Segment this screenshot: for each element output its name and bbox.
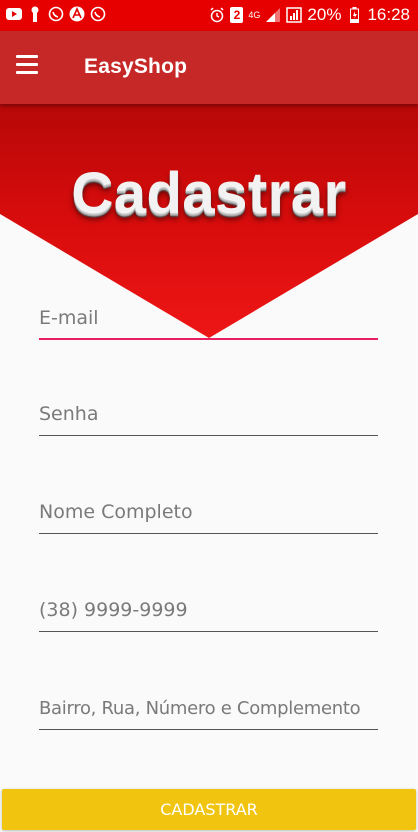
email-field[interactable]	[39, 300, 378, 340]
clock: 16:28	[367, 5, 410, 24]
register-button-label: CADASTRAR	[160, 800, 258, 819]
email-underline	[39, 338, 378, 340]
pdf-icon	[69, 6, 85, 22]
app-bar: EasyShop	[0, 31, 418, 104]
banner-title: Cadastrar	[71, 161, 347, 226]
alarm-icon	[209, 7, 225, 23]
sim-icon: 2	[230, 7, 244, 23]
whatsapp-icon	[90, 6, 106, 22]
phone-underline	[39, 631, 378, 632]
notification-icons	[6, 6, 106, 22]
full-name-field[interactable]	[39, 494, 378, 534]
register-button[interactable]: CADASTRAR	[2, 789, 416, 830]
signal-icon	[265, 7, 281, 23]
address-underline	[39, 729, 378, 730]
battery-icon	[346, 7, 362, 23]
phone-input[interactable]	[39, 592, 378, 632]
youtube-icon	[6, 6, 22, 22]
status-bar: 2 4G 20% 16:28	[0, 0, 418, 31]
full-name-input[interactable]	[39, 494, 378, 534]
phone-field[interactable]	[39, 592, 378, 632]
address-field[interactable]	[39, 690, 378, 730]
address-input[interactable]	[39, 690, 378, 730]
battery-percentage: 20%	[307, 5, 342, 24]
app-title: EasyShop	[84, 55, 188, 78]
signal-box-icon	[286, 7, 303, 23]
password-input[interactable]	[39, 396, 378, 436]
sim-slot-label: 2	[233, 8, 241, 22]
hamburger-menu-icon[interactable]	[14, 55, 42, 79]
network-type-label: 4G	[248, 9, 261, 20]
notification-icon	[27, 6, 43, 22]
system-icons: 2 4G 20% 16:28	[209, 5, 410, 25]
whatsapp-icon	[48, 6, 64, 22]
full-name-underline	[39, 533, 378, 534]
password-underline	[39, 435, 378, 436]
password-field[interactable]	[39, 396, 378, 436]
email-input[interactable]	[39, 300, 378, 340]
